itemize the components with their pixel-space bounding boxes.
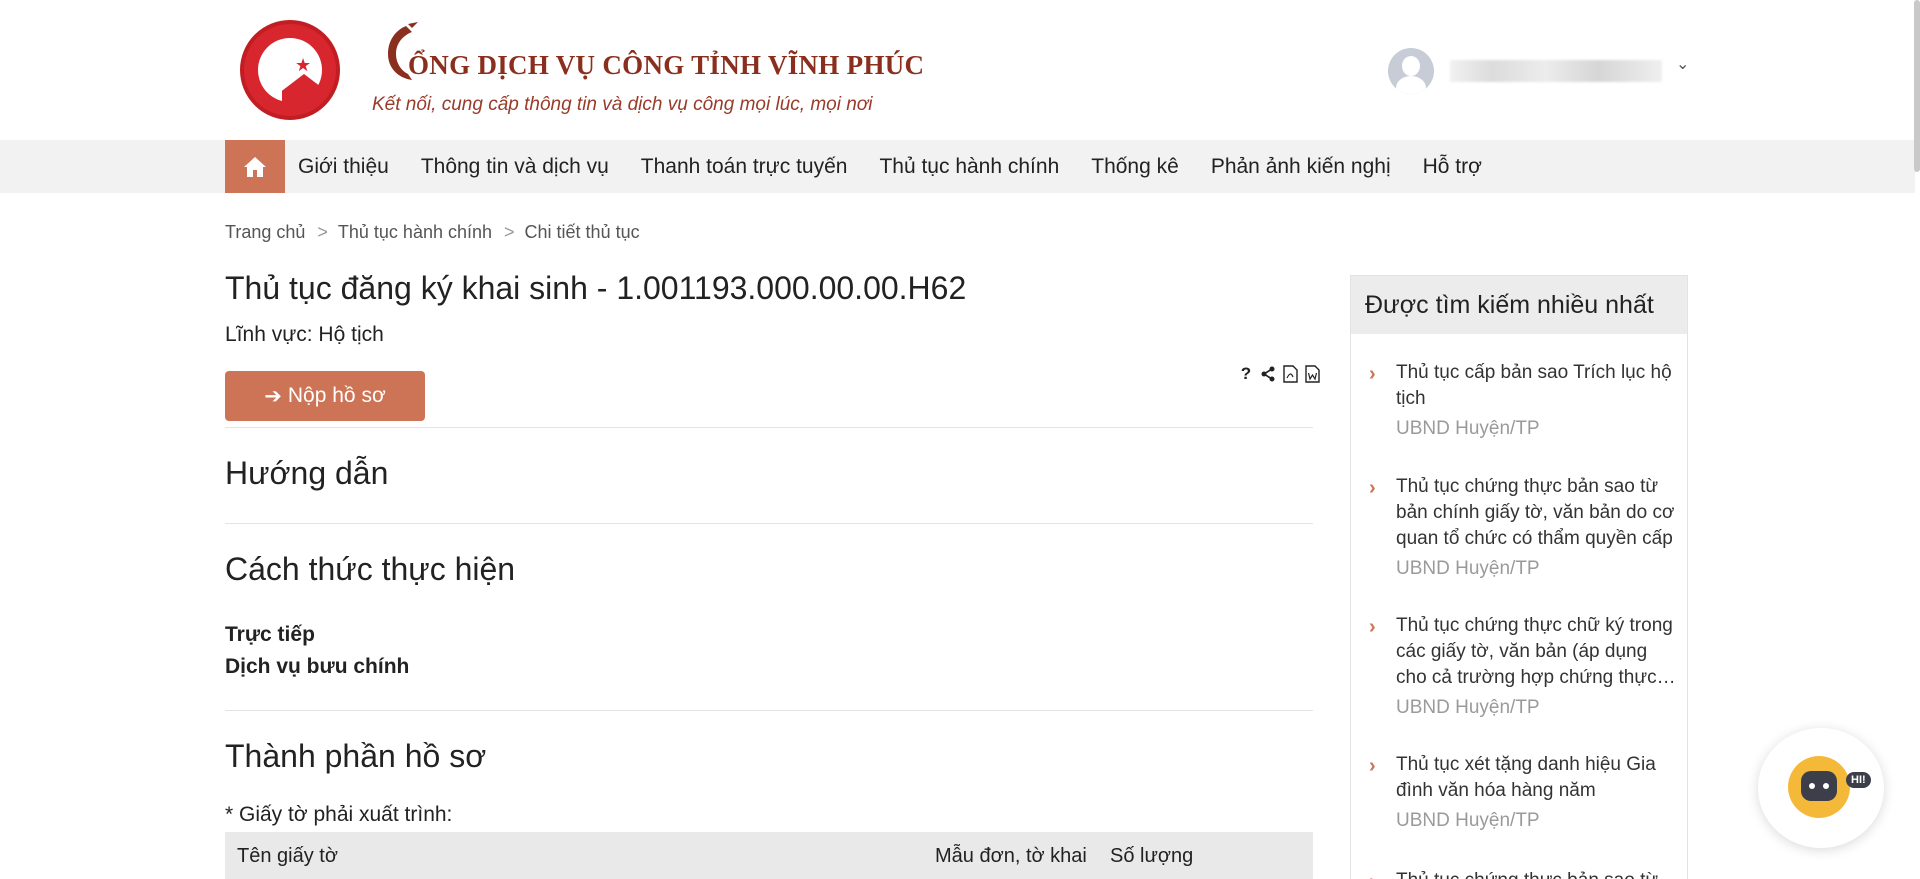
- home-button[interactable]: [225, 140, 285, 193]
- chevron-right-icon: ›: [1369, 755, 1376, 777]
- arrow-right-icon: ➔: [264, 384, 282, 408]
- province-logo[interactable]: ★: [240, 20, 340, 120]
- logo-inner: ★: [258, 38, 326, 102]
- page-title: Thủ tục đăng ký khai sinh - 1.001193.000…: [225, 270, 967, 306]
- pdf-glyph: [1282, 365, 1298, 383]
- share-glyph: [1261, 366, 1275, 382]
- sidebar-item-agency: UBND Huyện/TP: [1396, 697, 1540, 718]
- divider: [225, 710, 1313, 711]
- submit-label: Nộp hồ sơ: [287, 384, 386, 407]
- nav-item-ho-tro[interactable]: Hỗ trợ: [1423, 155, 1482, 179]
- breadcrumb-home[interactable]: Trang chủ: [225, 222, 305, 243]
- method-direct: Trực tiếp: [225, 623, 315, 646]
- breadcrumb-procedures[interactable]: Thủ tục hành chính: [338, 222, 492, 243]
- divider: [225, 427, 1313, 428]
- nav-item-phan-anh[interactable]: Phản ảnh kiến nghị: [1211, 155, 1391, 179]
- required-documents-label: * Giấy tờ phải xuất trình:: [225, 803, 453, 826]
- word-icon[interactable]: [1303, 364, 1321, 384]
- most-searched-panel: Được tìm kiếm nhiều nhất › Thủ tục cấp b…: [1350, 275, 1688, 879]
- nav-item-thanh-toan[interactable]: Thanh toán trực tuyến: [641, 155, 848, 179]
- column-form: Mẫu đơn, tờ khai: [935, 845, 1087, 867]
- procedure-tools: ?: [1237, 364, 1321, 384]
- sidebar-item-agency: UBND Huyện/TP: [1396, 418, 1540, 439]
- page-scrollbar[interactable]: [1914, 0, 1920, 172]
- chevron-right-icon: ›: [1369, 616, 1376, 638]
- column-document-name: Tên giấy tờ: [237, 845, 338, 867]
- nav-item-thong-tin-dich-vu[interactable]: Thông tin và dịch vụ: [421, 155, 609, 179]
- sidebar-title: Được tìm kiếm nhiều nhất: [1351, 276, 1687, 334]
- breadcrumb-separator: >: [504, 222, 515, 242]
- share-icon[interactable]: [1259, 364, 1277, 384]
- site-title-block[interactable]: ỔNG DỊCH VỤ CÔNG TỈNH VĨNH PHÚC Kết nối,…: [370, 22, 930, 118]
- section-method-heading: Cách thức thực hiện: [225, 551, 516, 587]
- section-guide-heading: Hướng dẫn: [225, 455, 389, 491]
- nav-item-gioi-thieu[interactable]: Giới thiệu: [298, 155, 389, 179]
- sidebar-item-agency: UBND Huyện/TP: [1396, 810, 1540, 831]
- sidebar-item-agency: UBND Huyện/TP: [1396, 558, 1540, 579]
- user-name-blurred[interactable]: [1450, 60, 1662, 82]
- robot-eye: [1809, 783, 1815, 789]
- sidebar-item-title[interactable]: Thủ tục xét tặng danh hiệu Gia đình văn …: [1396, 752, 1681, 804]
- nav-items: Giới thiệu Thông tin và dịch vụ Thanh to…: [298, 140, 1514, 193]
- chatbot-badge: HI!: [1846, 772, 1871, 788]
- robot-head: [1801, 771, 1837, 801]
- submit-application-button[interactable]: ➔ Nộp hồ sơ: [225, 371, 425, 421]
- avatar-body: [1396, 76, 1426, 94]
- method-postal: Dịch vụ bưu chính: [225, 655, 410, 678]
- procedure-detail: Thủ tục đăng ký khai sinh - 1.001193.000…: [225, 270, 1320, 879]
- home-icon: [244, 156, 266, 177]
- help-icon[interactable]: ?: [1237, 364, 1255, 384]
- main-nav: Giới thiệu Thông tin và dịch vụ Thanh to…: [0, 140, 1915, 193]
- nav-item-thu-tuc[interactable]: Thủ tục hành chính: [879, 155, 1059, 179]
- chevron-right-icon: ›: [1369, 477, 1376, 499]
- column-quantity: Số lượng: [1110, 845, 1194, 867]
- sidebar-item-title[interactable]: Thủ tục chứng thực bản sao từ: [1396, 868, 1681, 879]
- divider: [225, 523, 1313, 524]
- sidebar-item-title[interactable]: Thủ tục chứng thực chữ ký trong các giấy…: [1396, 613, 1681, 691]
- star-icon: ★: [295, 55, 312, 75]
- chevron-down-icon[interactable]: ⌄: [1676, 54, 1689, 74]
- chevron-right-icon: ›: [1369, 363, 1376, 385]
- section-documents-heading: Thành phần hồ sơ: [225, 738, 487, 774]
- chatbot-launcher[interactable]: HI!: [1758, 728, 1884, 848]
- sidebar-item-title[interactable]: Thủ tục cấp bản sao Trích lục hộ tịch: [1396, 360, 1681, 412]
- sidebar-item-title[interactable]: Thủ tục chứng thực bản sao từ bản chính …: [1396, 474, 1681, 552]
- site-tagline: Kết nối, cung cấp thông tin và dịch vụ c…: [372, 94, 873, 115]
- word-glyph: [1304, 365, 1320, 383]
- chevron-right-icon: ›: [1369, 871, 1376, 879]
- documents-table-header: Tên giấy tờ Mẫu đơn, tờ khai Số lượng: [225, 832, 1313, 879]
- avatar-head: [1402, 56, 1420, 76]
- robot-icon: [1788, 756, 1850, 818]
- nav-item-thong-ke[interactable]: Thống kê: [1091, 155, 1179, 179]
- pdf-icon[interactable]: [1281, 364, 1299, 384]
- breadcrumb: Trang chủ > Thủ tục hành chính > Chi tiế…: [225, 222, 640, 243]
- user-menu[interactable]: ⌄: [1388, 48, 1689, 94]
- site-header: ★ ỔNG DỊCH VỤ CÔNG TỈNH VĨNH PHÚC Kết nố…: [0, 0, 1920, 140]
- breadcrumb-separator: >: [317, 222, 328, 242]
- avatar[interactable]: [1388, 48, 1434, 94]
- site-title: ỔNG DỊCH VỤ CÔNG TỈNH VĨNH PHÚC: [408, 50, 925, 80]
- procedure-field: Lĩnh vực: Hộ tịch: [225, 323, 384, 346]
- robot-eye: [1823, 783, 1829, 789]
- roof-icon: [282, 74, 326, 102]
- breadcrumb-current: Chi tiết thủ tục: [524, 222, 640, 242]
